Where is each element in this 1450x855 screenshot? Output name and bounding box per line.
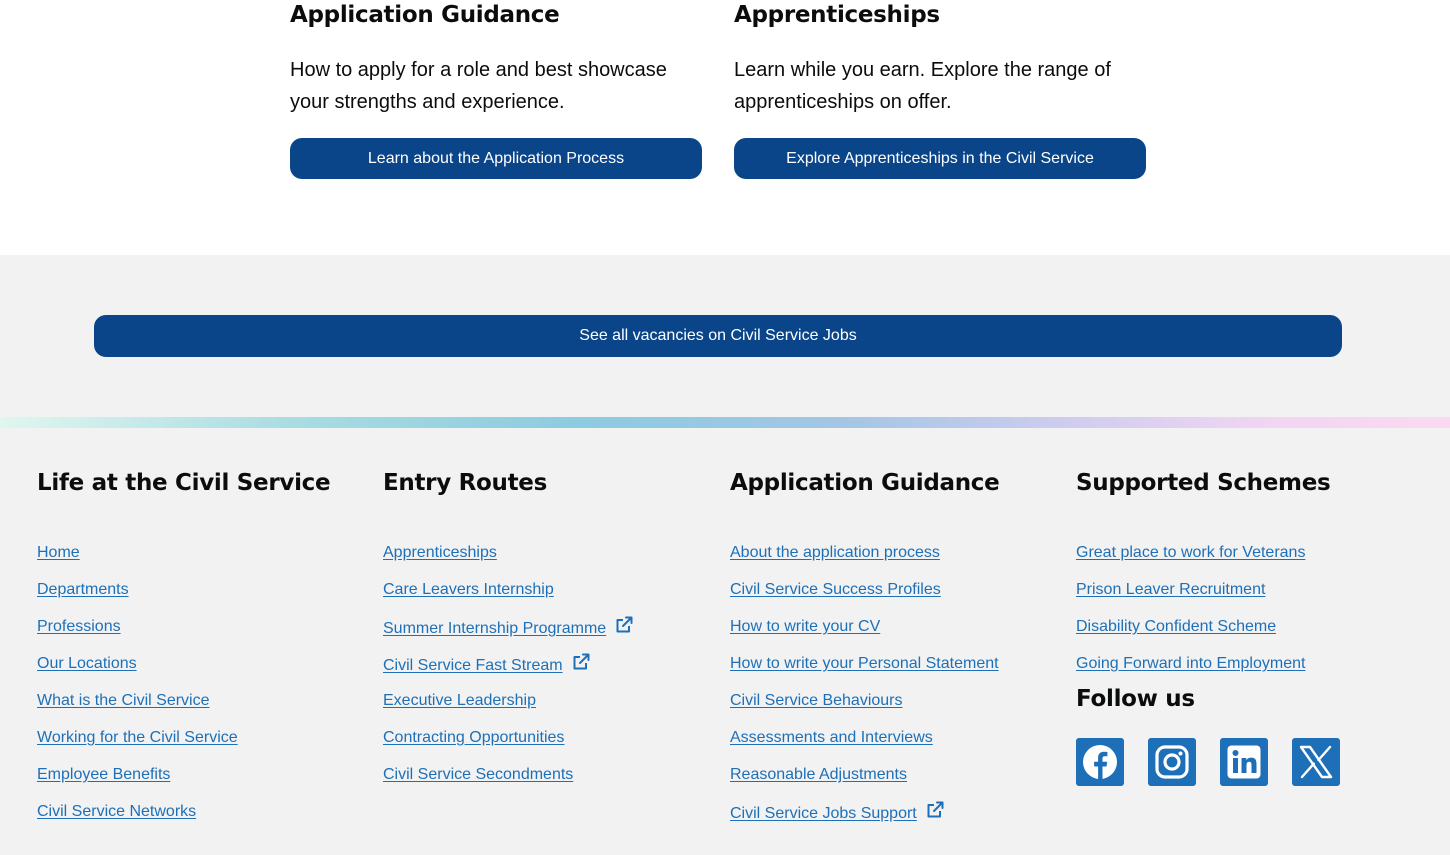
instagram-icon[interactable]: [1148, 738, 1196, 786]
footer-link-civil-service-networks[interactable]: Civil Service Networks: [37, 803, 196, 820]
external-link-icon: [927, 801, 944, 818]
footer-column-title: Entry Routes: [383, 470, 547, 496]
footer-column-title: Application Guidance: [730, 470, 1000, 496]
footer-link-item: Civil Service Success Profiles: [730, 579, 999, 616]
footer-link-home[interactable]: Home: [37, 544, 80, 561]
footer-link-list: Great place to work for Veterans Prison …: [1076, 542, 1305, 690]
footer-column-title: Life at the Civil Service: [37, 470, 331, 496]
footer-link-item: What is the Civil Service: [37, 690, 238, 727]
footer-link-item: Departments: [37, 579, 238, 616]
footer-link-executive-leadership[interactable]: Executive Leadership: [383, 692, 536, 709]
footer-link-item: How to write your CV: [730, 616, 999, 653]
footer-link-item: Working for the Civil Service: [37, 727, 238, 764]
footer-link-veterans[interactable]: Great place to work for Veterans: [1076, 544, 1305, 561]
footer-link-professions[interactable]: Professions: [37, 618, 121, 635]
learn-application-process-button[interactable]: Learn about the Application Process: [290, 138, 702, 179]
card-description: How to apply for a role and best showcas…: [290, 59, 667, 113]
footer-column-supported-schemes: Supported Schemes Great place to work fo…: [1076, 467, 1416, 786]
footer-link-fast-stream[interactable]: Civil Service Fast Stream: [383, 657, 563, 674]
facebook-icon[interactable]: [1076, 738, 1124, 786]
footer-link-item: Executive Leadership: [383, 690, 633, 727]
footer-link-care-leavers-internship[interactable]: Care Leavers Internship: [383, 581, 554, 598]
footer-column-life: Life at the Civil Service Home Departmen…: [37, 467, 377, 820]
footer-link-disability-confident[interactable]: Disability Confident Scheme: [1076, 618, 1276, 635]
footer-link-item: Home: [37, 542, 238, 579]
footer-link-reasonable-adjustments[interactable]: Reasonable Adjustments: [730, 766, 907, 783]
footer-link-going-forward[interactable]: Going Forward into Employment: [1076, 655, 1305, 672]
footer-link-personal-statement[interactable]: How to write your Personal Statement: [730, 655, 999, 672]
footer: See all vacancies on Civil Service Jobs …: [0, 255, 1450, 855]
footer-link-secondments[interactable]: Civil Service Secondments: [383, 766, 573, 783]
linkedin-icon-glyph: [1227, 745, 1261, 779]
footer-link-working-for-civil-service[interactable]: Working for the Civil Service: [37, 729, 238, 746]
instagram-icon-glyph: [1155, 745, 1189, 779]
linkedin-icon[interactable]: [1220, 738, 1268, 786]
footer-link-item: Civil Service Secondments: [383, 764, 633, 801]
footer-link-departments[interactable]: Departments: [37, 581, 129, 598]
footer-link-item: Contracting Opportunities: [383, 727, 633, 764]
footer-link-assessments-interviews[interactable]: Assessments and Interviews: [730, 729, 933, 746]
footer-link-item: Great place to work for Veterans: [1076, 542, 1305, 579]
footer-link-item: Our Locations: [37, 653, 238, 690]
footer-link-employee-benefits[interactable]: Employee Benefits: [37, 766, 170, 783]
footer-link-item: Reasonable Adjustments: [730, 764, 999, 801]
footer-link-item: Civil Service Jobs Support: [730, 801, 999, 838]
footer-column-application-guidance: Application Guidance About the applicati…: [730, 467, 1070, 822]
footer-link-item: Civil Service Fast Stream: [383, 653, 633, 690]
gradient-divider: [0, 417, 1450, 428]
see-all-vacancies-button[interactable]: See all vacancies on Civil Service Jobs: [94, 315, 1342, 357]
footer-link-behaviours[interactable]: Civil Service Behaviours: [730, 692, 903, 709]
footer-link-item: Civil Service Behaviours: [730, 690, 999, 727]
footer-link-success-profiles[interactable]: Civil Service Success Profiles: [730, 581, 941, 598]
footer-link-item: Employee Benefits: [37, 764, 238, 801]
footer-link-item: Prison Leaver Recruitment: [1076, 579, 1305, 616]
footer-link-item: How to write your Personal Statement: [730, 653, 999, 690]
footer-link-prison-leaver[interactable]: Prison Leaver Recruitment: [1076, 581, 1265, 598]
footer-link-jobs-support[interactable]: Civil Service Jobs Support: [730, 805, 917, 822]
footer-link-item: Summer Internship Programme: [383, 616, 633, 653]
footer-link-list: About the application process Civil Serv…: [730, 542, 999, 838]
footer-link-list: Apprenticeships Care Leavers Internship …: [383, 542, 633, 801]
footer-link-item: Professions: [37, 616, 238, 653]
footer-link-apprenticeships[interactable]: Apprenticeships: [383, 544, 497, 561]
footer-link-item: Civil Service Networks: [37, 801, 238, 838]
footer-link-item: About the application process: [730, 542, 999, 579]
footer-link-summer-internship[interactable]: Summer Internship Programme: [383, 620, 606, 637]
external-link-icon: [616, 616, 633, 633]
footer-link-item: Care Leavers Internship: [383, 579, 633, 616]
footer-link-item: Apprenticeships: [383, 542, 633, 579]
explore-apprenticeships-button[interactable]: Explore Apprenticeships in the Civil Ser…: [734, 138, 1146, 179]
x-icon-glyph: [1299, 745, 1333, 779]
footer-link-list: Home Departments Professions Our Locatio…: [37, 542, 238, 838]
social-links: [1076, 738, 1340, 786]
footer-link-what-is-civil-service[interactable]: What is the Civil Service: [37, 692, 210, 709]
external-link-icon: [573, 653, 590, 670]
footer-column-entry-routes: Entry Routes Apprenticeships Care Leaver…: [383, 467, 723, 783]
footer-link-contracting-opportunities[interactable]: Contracting Opportunities: [383, 729, 564, 746]
footer-column-title: Supported Schemes: [1076, 470, 1331, 496]
footer-link-write-cv[interactable]: How to write your CV: [730, 618, 880, 635]
footer-link-item: Assessments and Interviews: [730, 727, 999, 764]
footer-link-about-application-process[interactable]: About the application process: [730, 544, 940, 561]
footer-link-our-locations[interactable]: Our Locations: [37, 655, 137, 672]
facebook-icon-glyph: [1083, 745, 1117, 779]
x-icon[interactable]: [1292, 738, 1340, 786]
card-title: Apprenticeships: [734, 2, 940, 28]
card-title: Application Guidance: [290, 2, 560, 28]
footer-link-item: Disability Confident Scheme: [1076, 616, 1305, 653]
top-section: Application Guidance How to apply for a …: [0, 0, 1450, 255]
card-description: Learn while you earn. Explore the range …: [734, 59, 1111, 113]
follow-us-heading: Follow us: [1076, 686, 1195, 712]
footer-link-item: Going Forward into Employment: [1076, 653, 1305, 690]
